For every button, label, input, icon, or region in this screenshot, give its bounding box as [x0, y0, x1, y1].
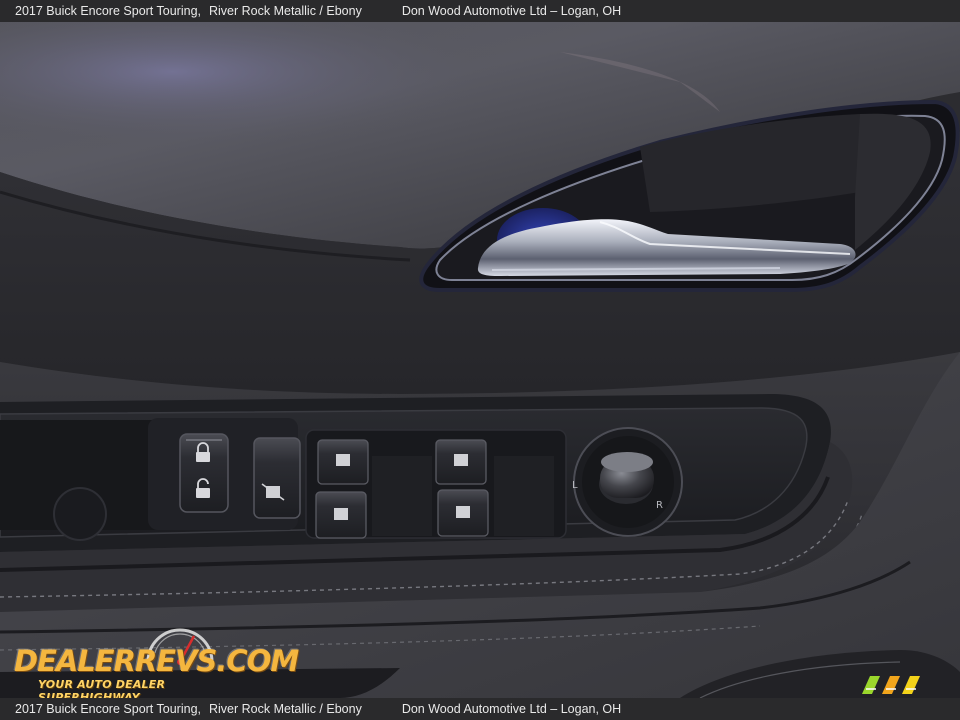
window-switch-icon [456, 506, 470, 518]
mirror-right-marker: R [656, 500, 663, 511]
vehicle-name-bottom: 2017 Buick Encore Sport Touring, [15, 702, 201, 716]
top-caption-bar: 2017 Buick Encore Sport Touring, River R… [0, 0, 960, 22]
mirror-control[interactable]: L R [572, 427, 683, 537]
window-lockout-button[interactable] [253, 437, 301, 519]
car-door-photo: L R [0, 22, 960, 698]
vehicle-name: 2017 Buick Encore Sport Touring, [15, 4, 201, 18]
dealer-info-bottom: Don Wood Automotive Ltd – Logan, OH [401, 702, 622, 716]
door-panel-illustration: L R [0, 22, 960, 698]
window-switch-icon [334, 508, 348, 520]
vehicle-color: River Rock Metallic / Ebony [209, 4, 362, 18]
vehicle-color-bottom: River Rock Metallic / Ebony [209, 702, 362, 716]
dealer-corner-logo-icon [862, 676, 920, 694]
door-lock-button[interactable] [179, 433, 229, 513]
window-switch-front-left[interactable] [317, 439, 369, 485]
mirror-control-knob-icon [599, 452, 654, 504]
bottom-caption-bar: 2017 Buick Encore Sport Touring, River R… [0, 698, 960, 720]
dealer-revs-watermark: DEALERREVS.COM YOUR AUTO DEALER SUPERHIG… [12, 624, 299, 704]
dealer-info: Don Wood Automotive Ltd – Logan, OH [401, 4, 622, 18]
mirror-left-marker: L [572, 480, 578, 491]
window-switch-icon [336, 454, 350, 466]
window-switch-front-right[interactable] [435, 439, 487, 485]
window-switch-icon [454, 454, 468, 466]
window-switch-rear-right[interactable] [437, 489, 489, 537]
watermark-brand: DEALERREVS.COM [14, 644, 299, 678]
window-switch-rear-left[interactable] [315, 491, 367, 539]
